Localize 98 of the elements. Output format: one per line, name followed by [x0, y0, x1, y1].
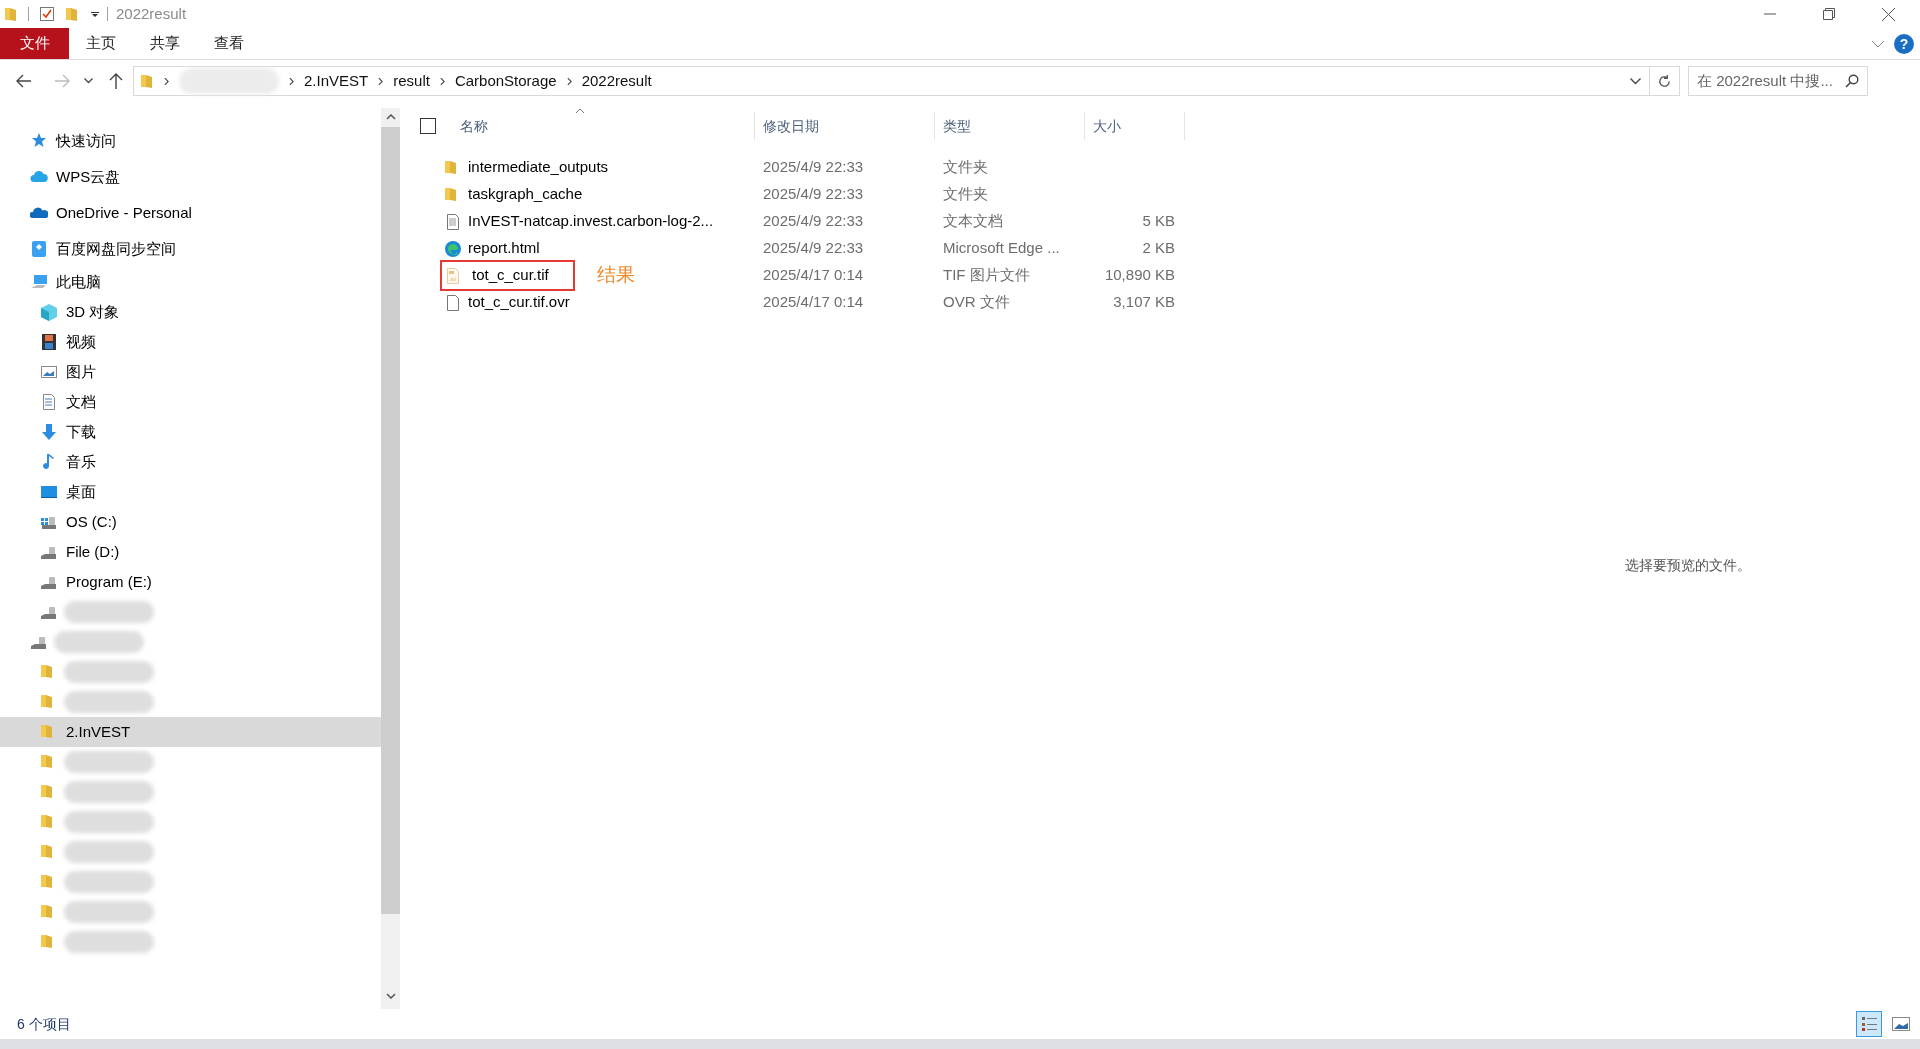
search-field[interactable]: 在 2022result 中搜...: [1688, 66, 1868, 96]
column-header[interactable]: 大小: [1085, 112, 1185, 140]
list-icon: [1860, 1015, 1878, 1033]
download-arrow-icon: [40, 423, 58, 441]
path-segment[interactable]: result: [393, 69, 430, 93]
file-name: tot_c_cur.tif: [440, 260, 575, 291]
item-count: 6 个项目: [17, 1014, 71, 1034]
refresh-icon[interactable]: [1657, 73, 1672, 89]
chevron-right-icon[interactable]: [439, 76, 445, 86]
ribbon-tab[interactable]: 查看: [197, 28, 261, 59]
computer-icon: [30, 273, 48, 291]
file-row[interactable]: taskgraph_cache 2025/4/9 22:33 文件夹: [420, 181, 1175, 208]
back-arrow-icon[interactable]: [16, 74, 32, 88]
preview-message: 选择要预览的文件。: [1624, 556, 1751, 575]
table-cell: 2 KB: [1142, 239, 1175, 257]
table-cell: 文件夹: [943, 158, 988, 176]
address-bar[interactable]: 2.InVEST result CarbonStorage 2022result: [133, 66, 1680, 96]
table-cell: 2025/4/17 0:14: [763, 293, 864, 311]
column-header[interactable]: 名称: [450, 112, 755, 140]
sidebar-item[interactable]: Program (E:): [0, 567, 381, 597]
file-name: intermediate_outputs: [468, 157, 609, 178]
file-row[interactable]: InVEST-natcap.invest.carbon-log-2... 2025/4/9 22:33 文本文档 5 KB: [420, 208, 1175, 235]
restore-icon[interactable]: [1823, 8, 1835, 20]
table-cell: 2025/4/9 22:33: [763, 239, 864, 257]
sidebar-item[interactable]: 2.InVEST: [0, 717, 381, 747]
chevron-right-icon[interactable]: [164, 76, 169, 86]
file-name: taskgraph_cache: [468, 184, 583, 205]
sidebar-item[interactable]: 3D 对象: [0, 297, 381, 327]
sidebar-item[interactable]: 桌面: [0, 477, 381, 507]
sidebar-item[interactable]: 百度网盘同步空间: [0, 231, 381, 267]
table-cell: 2025/4/17 0:14: [763, 266, 864, 284]
film-icon: [40, 333, 58, 351]
sidebar-item[interactable]: OS (C:): [0, 507, 381, 537]
sidebar-item[interactable]: 图片: [0, 357, 381, 387]
table-cell: 5 KB: [1142, 212, 1175, 230]
chevron-down-icon[interactable]: [1630, 77, 1641, 85]
path-segment[interactable]: 2022result: [581, 69, 652, 93]
text-file-icon: [444, 212, 462, 231]
table-cell: 10,890 KB: [1104, 266, 1175, 284]
window-title: 2022result: [116, 3, 187, 24]
file-row[interactable]: report.html 2025/4/9 22:33 Microsoft Edge ... 2 KB: [420, 235, 1175, 262]
file-row[interactable]: tot_c_cur.tif 结果 2025/4/17 0:14 TIF 图片文件 10,890 KB: [420, 262, 1175, 289]
path-segment[interactable]: 2.InVEST: [304, 69, 369, 93]
ribbon-tab[interactable]: 主页: [69, 28, 133, 59]
column-header[interactable]: 修改日期: [755, 112, 935, 140]
sidebar-item[interactable]: File (D:): [0, 537, 381, 567]
table-cell: 文本文档: [943, 212, 1003, 230]
scroll-up-icon[interactable]: [385, 114, 396, 120]
details-view-button[interactable]: [1856, 1011, 1882, 1037]
sidebar-item[interactable]: 视频: [0, 327, 381, 357]
file-icon: [444, 293, 462, 312]
table-cell: TIF 图片文件: [943, 266, 1030, 284]
sidebar-item[interactable]: OneDrive - Personal: [0, 195, 381, 231]
file-row[interactable]: tot_c_cur.tif.ovr 2025/4/17 0:14 OVR 文件 3,107 KB: [420, 289, 1175, 316]
search-input[interactable]: 在 2022result 中搜...: [1697, 69, 1845, 93]
picture-icon: [40, 363, 58, 381]
table-cell: 文件夹: [943, 185, 988, 203]
file-menu-button[interactable]: 文件: [0, 28, 69, 59]
sync-folder-icon: [30, 240, 48, 258]
table-cell: 2025/4/9 22:33: [763, 212, 864, 230]
sidebar-item[interactable]: 音乐: [0, 447, 381, 477]
search-icon: [1845, 74, 1859, 88]
document-icon: [40, 393, 58, 411]
file-name: report.html: [468, 238, 540, 259]
annotation-label: 结果: [596, 263, 635, 288]
dropdown-icon[interactable]: [91, 10, 99, 18]
table-cell: 2025/4/9 22:33: [763, 158, 864, 176]
table-cell: 2025/4/9 22:33: [763, 185, 864, 203]
column-header[interactable]: 类型: [935, 112, 1085, 140]
chevron-right-icon[interactable]: [566, 76, 572, 86]
sidebar-item[interactable]: 此电脑: [0, 267, 381, 297]
file-name: tot_c_cur.tif.ovr: [468, 292, 570, 313]
folder-icon: [140, 73, 154, 89]
up-arrow-icon[interactable]: [109, 73, 123, 89]
path-segment[interactable]: CarbonStorage: [454, 69, 557, 93]
desktop-icon: [40, 483, 58, 501]
close-icon[interactable]: [1882, 7, 1895, 21]
edge-browser-icon: [444, 239, 462, 258]
image-file-icon: [444, 266, 462, 285]
landscape-icon: [1892, 1017, 1910, 1031]
scroll-down-icon[interactable]: [385, 993, 396, 999]
chevron-down-icon[interactable]: [84, 78, 93, 84]
sidebar-item[interactable]: 快速访问: [0, 123, 381, 159]
file-row[interactable]: intermediate_outputs 2025/4/9 22:33 文件夹: [420, 154, 1175, 181]
scrollbar-thumb[interactable]: [381, 127, 400, 914]
table-cell: 3,107 KB: [1113, 293, 1175, 311]
chevron-right-icon[interactable]: [378, 76, 384, 86]
sidebar-item[interactable]: WPS云盘: [0, 159, 381, 195]
checklist-icon[interactable]: [39, 6, 55, 22]
ribbon-tab[interactable]: 共享: [133, 28, 197, 59]
sidebar-item[interactable]: 下载: [0, 417, 381, 447]
select-all-checkbox[interactable]: [420, 118, 436, 134]
sidebar-item[interactable]: 文档: [0, 387, 381, 417]
cube-icon: [40, 303, 58, 321]
chevron-right-icon[interactable]: [289, 76, 294, 86]
file-name: InVEST-natcap.invest.carbon-log-2...: [468, 211, 714, 232]
table-cell: Microsoft Edge ...: [943, 239, 1060, 257]
table-cell: OVR 文件: [943, 293, 1010, 311]
